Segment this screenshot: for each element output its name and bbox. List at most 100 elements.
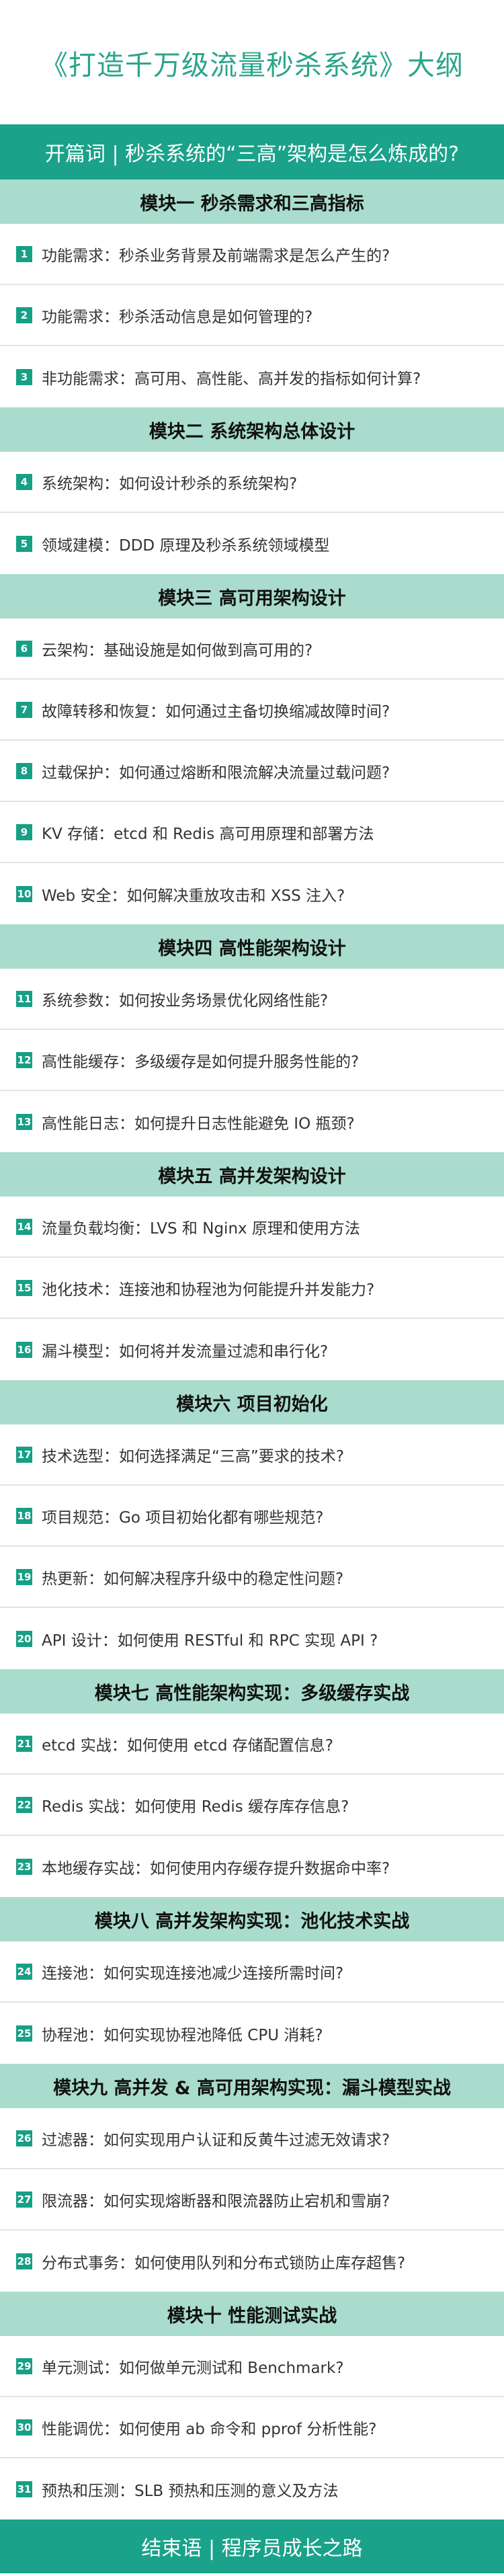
lesson-number-badge: 31 [16,2481,32,2497]
lesson-number-badge: 24 [16,1963,32,1980]
lesson-number-badge: 15 [16,1279,32,1296]
lesson-list: 1 功能需求：秒杀业务背景及前端需求是怎么产生的? 2 功能需求：秒杀活动信息是如何管… [0,224,504,407]
module-section: 模块五 高并发架构设计 14 流量负载均衡：LVS 和 Nginx 原理和使用方法 1… [0,1152,504,1380]
module-section: 模块六 项目初始化 17 技术选型：如何选择满足“三高”要求的技术? 18 项目规范：G… [0,1380,504,1669]
lesson-number-badge: 3 [16,368,32,385]
lesson-item: 4 系统架构：如何设计秒杀的系统架构? [0,452,504,513]
lesson-number-badge: 5 [16,535,32,552]
lesson-number-badge: 13 [16,1113,32,1130]
module-section: 模块八 高并发架构实现：池化技术实战 24 连接池：如何实现连接池减少连接所需时间?… [0,1897,504,2064]
module-header: 模块十 性能测试实战 [0,2292,504,2336]
lesson-item: 12 高性能缓存：多级缓存是如何提升服务性能的? [0,1030,504,1091]
lesson-list: 4 系统架构：如何设计秒杀的系统架构? 5 领域建模：DDD 原理及秒杀系统领域模型 [0,452,504,574]
lesson-item: 1 功能需求：秒杀业务背景及前端需求是怎么产生的? [0,224,504,285]
lesson-number-badge: 1 [16,245,32,262]
lesson-title: 分布式事务：如何使用队列和分布式锁防止库存超售? [42,2254,406,2272]
lesson-title: 过载保护：如何通过熔断和限流解决流量过载问题? [42,764,390,782]
lesson-title: 技术选型：如何选择满足“三高”要求的技术? [42,1447,345,1465]
lesson-title: 流量负载均衡：LVS 和 Nginx 原理和使用方法 [42,1219,360,1238]
module-header: 模块八 高并发架构实现：池化技术实战 [0,1897,504,1941]
lesson-title: 系统架构：如何设计秒杀的系统架构? [42,475,298,493]
lesson-item: 16 漏斗模型：如何将并发流量过滤和串行化? [0,1319,504,1380]
lesson-number-badge: 26 [16,2130,32,2146]
lesson-item: 11 系统参数：如何按业务场景优化网络性能? [0,969,504,1030]
lesson-number-badge: 9 [16,823,32,840]
module-header: 模块九 高并发 & 高可用架构实现：漏斗模型实战 [0,2064,504,2108]
lesson-title: 单元测试：如何做单元测试和 Benchmark? [42,2359,344,2377]
lesson-list: 24 连接池：如何实现连接池减少连接所需时间? 25 协程池：如何实现协程池降低 CP… [0,1941,504,2064]
lesson-item: 6 云架构：基础设施是如何做到高可用的? [0,618,504,680]
lesson-item: 21 etcd 实战：如何使用 etcd 存储配置信息? [0,1714,504,1775]
module-section: 模块一 秒杀需求和三高指标 1 功能需求：秒杀业务背景及前端需求是怎么产生的? 2 功能… [0,179,504,407]
lesson-list: 21 etcd 实战：如何使用 etcd 存储配置信息? 22 Redis 实战：如何… [0,1714,504,1897]
lesson-number-badge: 7 [16,701,32,718]
lesson-item: 15 池化技术：连接池和协程池为何能提升并发能力? [0,1258,504,1319]
lesson-title: Web 安全：如何解决重放攻击和 XSS 注入? [42,887,345,905]
lesson-number-badge: 8 [16,762,32,779]
module-header: 模块六 项目初始化 [0,1380,504,1424]
lesson-item: 17 技术选型：如何选择满足“三高”要求的技术? [0,1424,504,1486]
lesson-title: 功能需求：秒杀活动信息是如何管理的? [42,308,313,326]
module-header: 模块五 高并发架构设计 [0,1152,504,1197]
outline-page: 《打造千万级流量秒杀系统》大纲 开篇词 | 秒杀系统的“三高”架构是怎么炼成的?… [0,0,504,2576]
lesson-item: 3 非功能需求：高可用、高性能、高并发的指标如何计算? [0,346,504,407]
lesson-number-badge: 18 [16,1507,32,1524]
lesson-number-badge: 25 [16,2025,32,2042]
lesson-number-badge: 21 [16,1735,32,1752]
lesson-number-badge: 12 [16,1051,32,1068]
module-header: 模块二 系统架构总体设计 [0,407,504,452]
lesson-item: 20 API 设计：如何使用 RESTful 和 RPC 实现 API ? [0,1608,504,1669]
lesson-number-badge: 30 [16,2419,32,2436]
module-header: 模块一 秒杀需求和三高指标 [0,179,504,224]
lesson-title: 高性能缓存：多级缓存是如何提升服务性能的? [42,1053,360,1071]
lesson-item: 14 流量负载均衡：LVS 和 Nginx 原理和使用方法 [0,1197,504,1258]
lesson-item: 8 过载保护：如何通过熔断和限流解决流量过载问题? [0,741,504,802]
lesson-number-badge: 11 [16,990,32,1007]
module-list: 模块一 秒杀需求和三高指标 1 功能需求：秒杀业务背景及前端需求是怎么产生的? 2 功能… [0,179,504,2520]
lesson-number-badge: 2 [16,307,32,323]
lesson-item: 2 功能需求：秒杀活动信息是如何管理的? [0,285,504,346]
lesson-title: 性能调优：如何使用 ab 命令和 pprof 分析性能? [42,2420,377,2438]
lesson-item: 27 限流器：如何实现熔断器和限流器防止宕机和雪崩? [0,2169,504,2230]
lesson-list: 6 云架构：基础设施是如何做到高可用的? 7 故障转移和恢复：如何通过主备切换缩减故障… [0,618,504,924]
lesson-title: 预热和压测：SLB 预热和压测的意义及方法 [42,2482,339,2500]
module-header: 模块三 高可用架构设计 [0,574,504,618]
lesson-number-badge: 17 [16,1446,32,1463]
lesson-item: 30 性能调优：如何使用 ab 命令和 pprof 分析性能? [0,2397,504,2458]
title-area: 《打造千万级流量秒杀系统》大纲 [0,0,504,124]
lesson-item: 22 Redis 实战：如何使用 Redis 缓存库存信息? [0,1775,504,1836]
lesson-item: 25 协程池：如何实现协程池降低 CPU 消耗? [0,2003,504,2064]
module-section: 模块七 高性能架构实现：多级缓存实战 21 etcd 实战：如何使用 etcd 存储… [0,1669,504,1897]
lesson-number-badge: 14 [16,1218,32,1235]
lesson-item: 19 热更新：如何解决程序升级中的稳定性问题? [0,1547,504,1608]
lesson-title: 协程池：如何实现协程池降低 CPU 消耗? [42,2026,323,2044]
lesson-item: 28 分布式事务：如何使用队列和分布式锁防止库存超售? [0,2230,504,2292]
lesson-title: 高性能日志：如何提升日志性能避免 IO 瓶颈? [42,1115,355,1133]
module-section: 模块二 系统架构总体设计 4 系统架构：如何设计秒杀的系统架构? 5 领域建模：DDD … [0,407,504,574]
lesson-list: 26 过滤器：如何实现用户认证和反黄牛过滤无效请求? 27 限流器：如何实现熔断器和限… [0,2108,504,2292]
lesson-number-badge: 27 [16,2191,32,2208]
lesson-title: 非功能需求：高可用、高性能、高并发的指标如何计算? [42,370,421,388]
lesson-list: 11 系统参数：如何按业务场景优化网络性能? 12 高性能缓存：多级缓存是如何提升服务… [0,969,504,1152]
lesson-number-badge: 19 [16,1568,32,1585]
lesson-title: 过滤器：如何实现用户认证和反黄牛过滤无效请求? [42,2131,390,2149]
lesson-number-badge: 6 [16,640,32,657]
lesson-item: 9 KV 存储：etcd 和 Redis 高可用原理和部署方法 [0,802,504,863]
lesson-title: 故障转移和恢复：如何通过主备切换缩减故障时间? [42,702,390,721]
lesson-number-badge: 20 [16,1630,32,1647]
lesson-list: 29 单元测试：如何做单元测试和 Benchmark? 30 性能调优：如何使用 ab… [0,2336,504,2520]
lesson-title: 本地缓存实战：如何使用内存缓存提升数据命中率? [42,1859,390,1878]
lesson-item: 7 故障转移和恢复：如何通过主备切换缩减故障时间? [0,680,504,741]
lesson-item: 23 本地缓存实战：如何使用内存缓存提升数据命中率? [0,1836,504,1897]
lesson-number-badge: 4 [16,473,32,490]
lesson-title: 项目规范：Go 项目初始化都有哪些规范? [42,1508,324,1527]
lesson-title: 池化技术：连接池和协程池为何能提升并发能力? [42,1281,375,1299]
module-header: 模块七 高性能架构实现：多级缓存实战 [0,1669,504,1714]
module-section: 模块三 高可用架构设计 6 云架构：基础设施是如何做到高可用的? 7 故障转移和恢复：如… [0,574,504,924]
lesson-title: 漏斗模型：如何将并发流量过滤和串行化? [42,1342,329,1361]
lesson-number-badge: 16 [16,1341,32,1358]
lesson-title: 连接池：如何实现连接池减少连接所需时间? [42,1964,344,1982]
lesson-title: etcd 实战：如何使用 etcd 存储配置信息? [42,1736,333,1755]
page-title: 《打造千万级流量秒杀系统》大纲 [40,48,464,81]
lesson-title: API 设计：如何使用 RESTful 和 RPC 实现 API ? [42,1632,378,1650]
